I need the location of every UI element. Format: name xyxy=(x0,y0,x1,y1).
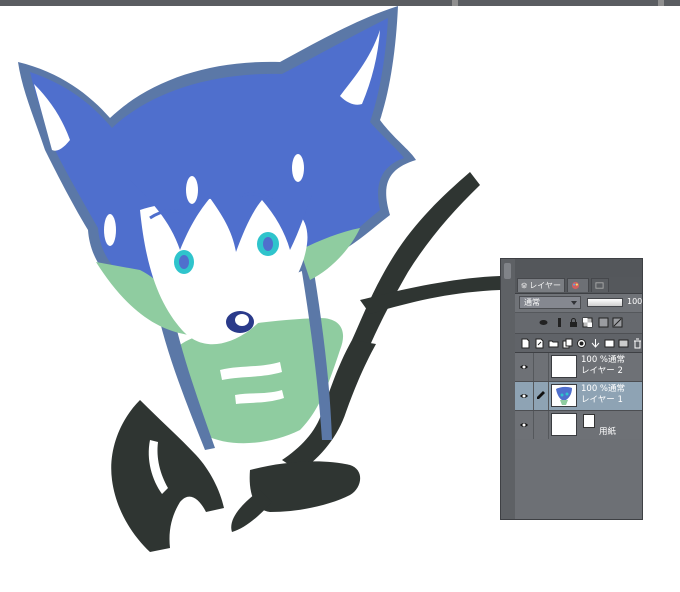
layer-row-paper[interactable]: 用紙 xyxy=(515,411,642,440)
layer-name: 用紙 xyxy=(599,427,617,437)
edit-indicator[interactable] xyxy=(534,411,549,439)
panel-header xyxy=(515,259,642,277)
mask-add-icon[interactable] xyxy=(575,337,587,349)
chevron-down-icon xyxy=(571,301,577,305)
reference-icon[interactable] xyxy=(553,316,565,328)
merge-down-icon[interactable] xyxy=(589,337,601,349)
tab-navigator[interactable] xyxy=(591,278,609,292)
mask-icon[interactable] xyxy=(597,316,609,328)
paper-icon xyxy=(583,414,595,428)
blend-mode-row: 通常 100 xyxy=(515,294,642,313)
edit-indicator[interactable] xyxy=(534,353,549,381)
delete-layer-icon[interactable] xyxy=(631,337,643,349)
layer-actions-toolbar xyxy=(515,334,642,353)
layer-row-1[interactable]: 100 %通常 レイヤー 1 xyxy=(515,382,642,411)
hair-highlight xyxy=(292,154,304,182)
eye-left-pupil xyxy=(179,255,189,269)
tab-layer[interactable]: レイヤー xyxy=(517,278,565,292)
lock-transparency-icon[interactable] xyxy=(581,316,593,328)
layer-name: レイヤー 1 xyxy=(581,395,623,405)
new-folder-icon[interactable] xyxy=(547,337,559,349)
eye-icon xyxy=(520,394,528,398)
panel-tabs: レイヤー xyxy=(515,277,642,294)
new-vector-layer-icon[interactable] xyxy=(533,337,545,349)
tab-palette[interactable] xyxy=(567,278,589,292)
new-raster-layer-icon[interactable] xyxy=(519,337,531,349)
opacity-slider[interactable] xyxy=(587,298,623,307)
blend-mode-value: 通常 xyxy=(524,298,540,307)
panel-scroll-column[interactable] xyxy=(501,259,516,519)
layer-thumbnail xyxy=(551,413,577,436)
palette-icon xyxy=(571,281,580,290)
clip-icon[interactable] xyxy=(537,316,549,328)
opacity-value: 100 xyxy=(627,297,643,306)
layer-blend-opacity: 100 %通常 xyxy=(581,384,626,394)
layer-info: 100 %通常 レイヤー 2 xyxy=(581,355,625,377)
eye-icon xyxy=(520,423,528,427)
mouth-inner xyxy=(235,314,249,326)
copy-layer-icon[interactable] xyxy=(561,337,573,349)
hair-highlight xyxy=(186,176,198,204)
lock-icon[interactable] xyxy=(567,316,579,328)
visibility-toggle[interactable] xyxy=(515,411,534,439)
pen-edit-icon xyxy=(537,391,545,399)
layer-row-2[interactable]: 100 %通常 レイヤー 2 xyxy=(515,353,642,382)
eye-icon xyxy=(520,365,528,369)
layers-icon xyxy=(521,282,528,289)
scroll-handle[interactable] xyxy=(504,263,511,279)
opacity-slider-fill xyxy=(588,299,622,306)
navigator-icon xyxy=(595,282,604,289)
edit-indicator[interactable] xyxy=(534,382,549,410)
visibility-toggle[interactable] xyxy=(515,382,534,410)
layer-thumbnail xyxy=(551,384,577,407)
visibility-toggle[interactable] xyxy=(515,353,534,381)
layer-panel: レイヤー 通常 100 100 %通常 レイヤー 2 100 %通常 レイヤー … xyxy=(500,258,643,520)
ruler-icon[interactable] xyxy=(611,316,623,328)
hair-highlight xyxy=(104,214,116,246)
layer-list-empty-area xyxy=(515,439,642,519)
transfer-icon[interactable] xyxy=(617,337,629,349)
layer-settings-icon[interactable] xyxy=(603,337,615,349)
layer-property-toolbar xyxy=(515,313,642,334)
layer-thumbnail xyxy=(551,355,577,378)
layer-blend-opacity: 100 %通常 xyxy=(581,355,626,365)
tab-layer-label: レイヤー xyxy=(529,281,561,290)
layer-info: 100 %通常 レイヤー 1 xyxy=(581,384,625,406)
blend-mode-select[interactable]: 通常 xyxy=(519,296,581,309)
layer-name: レイヤー 2 xyxy=(581,366,623,376)
eye-right-pupil xyxy=(263,237,273,251)
